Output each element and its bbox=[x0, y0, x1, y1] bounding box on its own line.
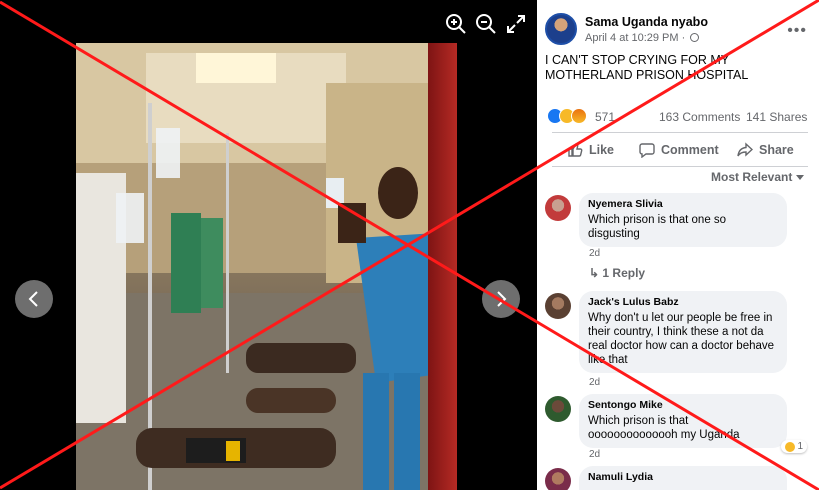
comment-label: Comment bbox=[661, 143, 719, 157]
photo-viewer bbox=[0, 0, 537, 490]
share-icon bbox=[737, 142, 753, 157]
caret-down-icon bbox=[796, 175, 805, 180]
zoom-out-icon[interactable] bbox=[474, 12, 498, 36]
next-photo-button[interactable] bbox=[482, 280, 520, 318]
post-photo bbox=[76, 43, 457, 490]
chevron-left-icon bbox=[28, 291, 38, 307]
comment-bubble: Nyemera Slivia Which prison is that one … bbox=[579, 193, 787, 247]
comment-text: Which prison is that oooooooooooooh my U… bbox=[588, 415, 740, 441]
comment-sort-dropdown[interactable]: Most Relevant bbox=[711, 170, 805, 184]
comment-bubble: Jack's Lulus Babz Why don't u let our pe… bbox=[579, 291, 787, 373]
avatar[interactable] bbox=[545, 293, 571, 319]
photo-red-curtain bbox=[428, 43, 457, 490]
like-button[interactable]: Like bbox=[567, 140, 614, 160]
post-timestamp[interactable]: April 4 at 10:29 PM · bbox=[585, 32, 688, 44]
sad-reaction-icon bbox=[785, 441, 796, 452]
reaction-count[interactable]: 571 bbox=[595, 110, 615, 124]
comment-text: Why don't u let our people be free in th… bbox=[588, 312, 775, 366]
comment-author[interactable]: Jack's Lulus Babz bbox=[588, 296, 778, 309]
comment-reaction-badge[interactable]: 1 bbox=[781, 440, 807, 453]
comment-author[interactable]: Namuli Lydia bbox=[588, 471, 778, 484]
comment-bubble: Sentongo Mike Which prison is that ooooo… bbox=[579, 394, 787, 448]
zoom-in-icon[interactable] bbox=[444, 12, 468, 36]
reply-arrow-icon: ↳ bbox=[589, 266, 600, 280]
divider bbox=[552, 132, 808, 133]
comment-text: Which prison is that one so disgusting bbox=[588, 214, 727, 240]
comment-button[interactable]: Comment bbox=[639, 140, 719, 160]
comment-author[interactable]: Sentongo Mike bbox=[588, 399, 778, 412]
post-actions: Like Comment Share bbox=[545, 137, 813, 163]
like-label: Like bbox=[589, 143, 615, 157]
post-meta: April 4 at 10:29 PM · bbox=[585, 32, 700, 44]
shares-count[interactable]: 141 Shares bbox=[746, 110, 807, 124]
angry-reaction-icon bbox=[571, 108, 587, 124]
comment-time[interactable]: 2d bbox=[589, 248, 600, 259]
comment-time[interactable]: 2d bbox=[589, 377, 600, 388]
avatar[interactable] bbox=[545, 195, 571, 221]
chevron-right-icon bbox=[497, 291, 507, 307]
avatar[interactable] bbox=[545, 468, 571, 490]
previous-photo-button[interactable] bbox=[15, 280, 53, 318]
post-panel: Sama Uganda nyabo April 4 at 10:29 PM · … bbox=[537, 0, 819, 490]
share-button[interactable]: Share bbox=[737, 140, 794, 160]
comment-author[interactable]: Nyemera Slivia bbox=[588, 198, 778, 211]
more-options-button[interactable]: ••• bbox=[787, 22, 807, 40]
comments-count[interactable]: 163 Comments bbox=[659, 110, 740, 124]
comment-icon bbox=[639, 143, 655, 158]
fullscreen-icon[interactable] bbox=[504, 12, 528, 36]
post-author[interactable]: Sama Uganda nyabo bbox=[585, 15, 708, 29]
photo-illustration bbox=[76, 43, 457, 490]
globe-icon bbox=[690, 33, 700, 42]
comment-sort-label: Most Relevant bbox=[711, 170, 793, 184]
view-replies-link[interactable]: ↳ 1 Reply bbox=[589, 266, 645, 280]
post-text: I CAN'T STOP CRYING FOR MY MOTHERLAND PR… bbox=[545, 53, 749, 82]
avatar[interactable] bbox=[545, 396, 571, 422]
share-label: Share bbox=[759, 143, 794, 157]
post-stats: 571 163 Comments 141 Shares bbox=[545, 107, 813, 127]
comment-time[interactable]: 2d bbox=[589, 449, 600, 460]
divider bbox=[552, 166, 808, 167]
post-header: Sama Uganda nyabo April 4 at 10:29 PM · … bbox=[545, 10, 813, 50]
comment-reaction-count: 1 bbox=[797, 441, 803, 452]
comment-bubble: Namuli Lydia bbox=[579, 466, 787, 490]
avatar[interactable] bbox=[545, 13, 577, 45]
replies-count: 1 Reply bbox=[602, 266, 646, 280]
thumbs-up-icon bbox=[568, 143, 583, 157]
